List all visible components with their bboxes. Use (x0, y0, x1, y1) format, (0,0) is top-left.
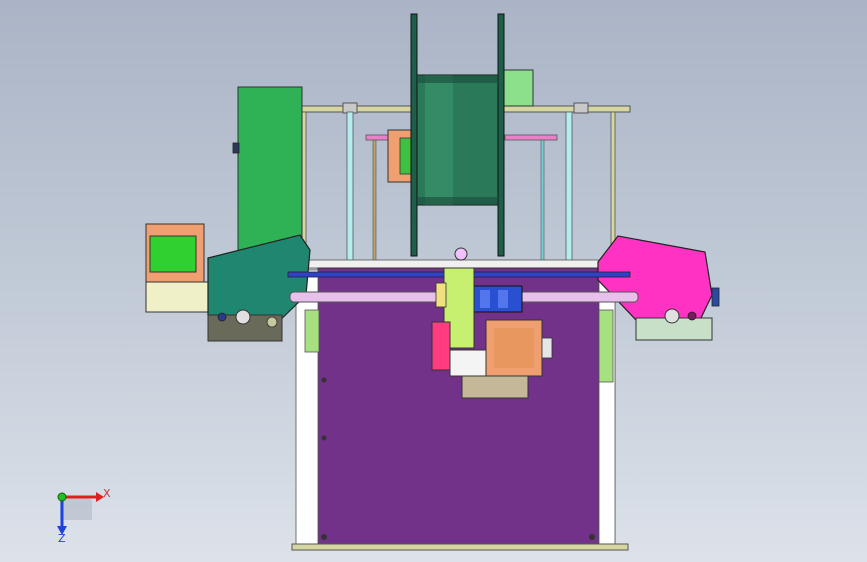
top-rail-right-block (573, 102, 589, 114)
bottom-frame-rail[interactable] (291, 543, 629, 551)
top-rail-left-block (342, 102, 358, 114)
printer-assembly-model[interactable]: X Z (0, 0, 867, 562)
spool-holder-knob (232, 142, 240, 154)
bed-screw-4 (589, 534, 595, 540)
bed-screw-3 (321, 534, 327, 540)
bed-top-bar (299, 259, 617, 269)
top-bracket-motor (502, 69, 534, 107)
z-leadscrew-right (540, 137, 545, 269)
left-plate-nut (266, 316, 278, 328)
x-axis-label: X (103, 487, 111, 500)
upper-cross-rod-right (504, 134, 558, 141)
upper-extruder-face (399, 137, 413, 175)
spool-holder-plate[interactable] (237, 86, 303, 258)
right-plate-bearing (664, 308, 680, 324)
right-plate-bolt (687, 311, 697, 321)
bed-screw-1 (321, 377, 327, 383)
cable-chain-link (498, 290, 508, 308)
z-axis-label: Z (58, 532, 66, 545)
right-plate-knob (711, 287, 720, 307)
cable-chain-link (480, 290, 490, 308)
y-axis-dot (57, 492, 67, 502)
coordinate-triad[interactable]: X Z (57, 487, 111, 545)
bed-screw-2 (321, 435, 327, 441)
left-x-stepper-motor[interactable] (145, 223, 209, 313)
left-plate-bearing (235, 309, 251, 325)
z-rod-right[interactable] (565, 111, 573, 263)
z-leadscrew-left (372, 137, 377, 269)
bed-right-clip (598, 309, 614, 383)
cad-viewport[interactable]: X Z (0, 0, 867, 562)
z-rod-left[interactable] (346, 111, 354, 263)
filament-spool[interactable] (410, 13, 505, 257)
bed-left-clip (304, 309, 320, 353)
left-plate-bolt (217, 312, 227, 322)
